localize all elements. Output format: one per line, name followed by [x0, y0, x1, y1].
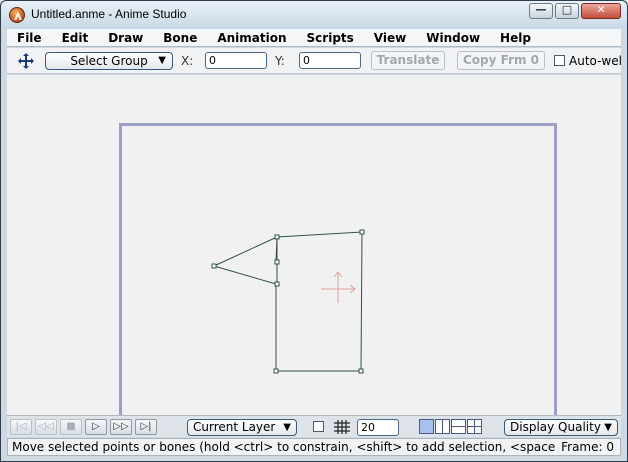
- fast-forward-icon: ▷|: [140, 421, 152, 432]
- control-point[interactable]: [274, 234, 280, 240]
- split-vertical-icon: [442, 420, 443, 433]
- menu-draw[interactable]: Draw: [108, 31, 143, 45]
- app-window: Untitled.anme - Anime Studio — □ ✕ File …: [0, 0, 628, 462]
- anime-studio-logo-icon: [9, 7, 25, 23]
- control-point[interactable]: [274, 281, 280, 287]
- play-button[interactable]: ▷: [85, 419, 107, 435]
- close-icon: ✕: [596, 3, 606, 16]
- menu-scripts[interactable]: Scripts: [307, 31, 354, 45]
- y-label: Y:: [275, 54, 285, 68]
- current-layer-dropdown[interactable]: Current Layer ▼: [187, 419, 297, 436]
- chevron-down-icon: ▼: [283, 422, 291, 433]
- split-horizontal-view-button[interactable]: [451, 419, 466, 434]
- grid-icon: [334, 420, 350, 434]
- move-arrows-icon[interactable]: [17, 52, 35, 70]
- autoweld-label: Auto-wel: [569, 54, 622, 68]
- x-label: X:: [181, 54, 194, 68]
- timeline-controls-bar: |◁ ◁◁ ■ ▷ ▷▷ ▷| Current Layer ▼ 20 Displ…: [7, 415, 621, 437]
- vector-shape[interactable]: [7, 75, 621, 415]
- quad-view-button[interactable]: [467, 419, 482, 434]
- menu-file[interactable]: File: [17, 31, 42, 45]
- grid-checkbox[interactable]: [313, 421, 324, 432]
- copy-frame-button[interactable]: Copy Frm 0: [457, 51, 545, 70]
- play-icon: ▷: [92, 421, 100, 432]
- y-input[interactable]: 0: [299, 52, 361, 69]
- control-point[interactable]: [274, 259, 280, 265]
- step-forward-button[interactable]: ▷▷: [110, 419, 132, 435]
- menu-edit[interactable]: Edit: [62, 31, 89, 45]
- drawing-canvas[interactable]: [7, 75, 621, 415]
- current-layer-label: Current Layer: [193, 420, 276, 434]
- split-horizontal-icon: [452, 426, 465, 427]
- frame-counter: Frame: 0: [555, 439, 614, 455]
- status-bar: Move selected points or bones (hold <ctr…: [7, 438, 621, 456]
- status-message: Move selected points or bones (hold <ctr…: [12, 440, 582, 454]
- menu-animation[interactable]: Animation: [217, 31, 286, 45]
- quad-view-icon: [468, 420, 481, 433]
- control-point[interactable]: [358, 368, 364, 374]
- menu-bone[interactable]: Bone: [163, 31, 197, 45]
- maximize-button[interactable]: □: [555, 3, 579, 19]
- menu-view[interactable]: View: [374, 31, 406, 45]
- grid-size-input[interactable]: 20: [357, 419, 399, 436]
- chevron-down-icon: ▼: [604, 422, 612, 433]
- select-group-dropdown[interactable]: Select Group ▼: [45, 52, 173, 70]
- menu-help[interactable]: Help: [500, 31, 531, 45]
- fast-forward-button[interactable]: ▷|: [135, 419, 157, 435]
- maximize-icon: □: [561, 3, 573, 16]
- rewind-to-start-button[interactable]: |◁: [10, 419, 32, 435]
- autoweld-checkbox[interactable]: [554, 55, 565, 66]
- step-back-button[interactable]: ◁◁: [35, 419, 57, 435]
- title-bar[interactable]: Untitled.anme - Anime Studio — □ ✕: [1, 1, 627, 29]
- step-forward-icon: ▷▷: [113, 421, 129, 432]
- single-view-button[interactable]: [419, 419, 434, 434]
- control-point[interactable]: [273, 368, 279, 374]
- control-point[interactable]: [211, 263, 217, 269]
- stop-button[interactable]: ■: [60, 419, 82, 435]
- origin-crosshair-icon: [321, 271, 356, 303]
- menu-window[interactable]: Window: [426, 31, 480, 45]
- split-vertical-view-button[interactable]: [435, 419, 450, 434]
- minimize-icon: —: [535, 3, 547, 16]
- display-quality-label: Display Quality: [510, 420, 601, 434]
- window-title: Untitled.anme - Anime Studio: [31, 7, 187, 21]
- chevron-down-icon: ▼: [158, 55, 166, 66]
- translate-button[interactable]: Translate: [371, 51, 445, 70]
- minimize-button[interactable]: —: [529, 3, 553, 19]
- step-back-icon: ◁◁: [38, 421, 54, 432]
- display-quality-dropdown[interactable]: Display Quality ▼: [504, 419, 618, 436]
- control-point[interactable]: [359, 229, 365, 235]
- stop-icon: ■: [66, 421, 76, 432]
- x-input[interactable]: 0: [205, 52, 267, 69]
- close-button[interactable]: ✕: [581, 3, 621, 19]
- tool-options-bar: Select Group ▼ X: 0 Y: 0 Translate Copy …: [7, 48, 622, 74]
- rewind-to-start-icon: |◁: [15, 421, 27, 432]
- select-group-label: Select Group: [70, 54, 148, 68]
- menu-bar: File Edit Draw Bone Animation Scripts Vi…: [7, 29, 621, 47]
